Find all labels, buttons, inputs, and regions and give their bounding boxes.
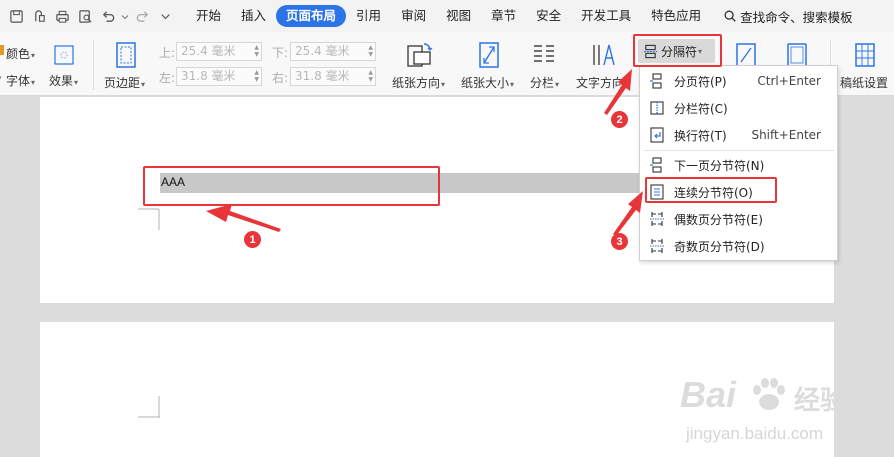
export-icon[interactable]	[29, 6, 49, 26]
odd-page-section-break-icon	[649, 238, 665, 254]
page-break-shortcut: Ctrl+Enter	[757, 74, 821, 88]
baidu-watermark: Bai 经验 jingyan.baidu.com	[670, 368, 870, 453]
annotation-box-continuous	[645, 177, 777, 203]
search-icon	[724, 10, 736, 22]
margin-corner-marker	[138, 396, 160, 418]
page-break-item[interactable]: 分页符(P) Ctrl+Enter	[640, 69, 837, 93]
even-page-section-break-item[interactable]: 偶数页分节符(E)	[640, 207, 837, 231]
next-page-section-break-label: 下一页分节符(N)	[674, 158, 765, 173]
even-page-section-break-icon	[649, 211, 665, 227]
page-orientation-button[interactable]: 纸张方向▾	[392, 74, 445, 91]
margins-icon	[113, 41, 139, 69]
separator	[93, 40, 94, 90]
top-margin-input[interactable]: 25.4 毫米 ▲ ▼	[176, 42, 262, 61]
next-page-section-break-item[interactable]: 下一页分节符(N)	[640, 153, 837, 177]
save-icon[interactable]	[6, 6, 26, 26]
watermark-brand2: 经验	[794, 385, 847, 415]
step-badge-1: 1	[244, 231, 261, 248]
page-break-icon	[649, 73, 665, 89]
odd-page-section-break-label: 奇数页分节符(D)	[674, 239, 765, 254]
line-break-item[interactable]: 换行符(T) Shift+Enter	[640, 123, 837, 147]
separator-dropdown-menu: 分页符(P) Ctrl+Enter 分栏符(C) 换行符(T) Shift+En…	[639, 65, 838, 261]
menu-separator	[644, 150, 834, 151]
right-margin-label: 右:	[272, 71, 289, 85]
quick-access-toolbar	[0, 0, 178, 32]
step-badge-3: 3	[611, 233, 628, 250]
left-margin-input[interactable]: 31.8 毫米 ▲ ▼	[176, 67, 262, 86]
watermark-url: jingyan.baidu.com	[686, 424, 824, 443]
theme-color-button[interactable]: 颜色▾	[6, 45, 35, 62]
line-break-icon	[649, 127, 665, 143]
command-search[interactable]: 查找命令、搜索模板	[723, 7, 853, 26]
redo-icon[interactable]	[132, 6, 152, 26]
annotation-box-text	[143, 166, 440, 206]
effects-icon	[53, 44, 75, 66]
odd-page-section-break-item[interactable]: 奇数页分节符(D)	[640, 234, 837, 258]
bottom-margin-input[interactable]: 25.4 毫米 ▲ ▼	[290, 42, 376, 61]
tab-chapter[interactable]: 章节	[481, 5, 526, 27]
tab-insert[interactable]: 插入	[231, 5, 276, 27]
print-preview-icon[interactable]	[75, 6, 95, 26]
page-orientation-icon	[404, 40, 434, 70]
page-break-label: 分页符(P)	[674, 74, 727, 89]
top-margin-label: 上:	[159, 46, 176, 60]
step-badge-2: 2	[611, 111, 628, 128]
page-size-icon	[476, 41, 502, 69]
margin-corner-marker	[138, 208, 160, 230]
theme-font-button[interactable]: ▾字体▾	[0, 72, 35, 89]
columns-icon	[531, 42, 557, 68]
tab-special[interactable]: 特色应用	[641, 5, 711, 27]
line-break-label: 换行符(T)	[674, 128, 727, 143]
tab-security[interactable]: 安全	[526, 5, 571, 27]
margins-button[interactable]: 页边距▾	[104, 74, 145, 91]
undo-dropdown-icon[interactable]	[121, 6, 129, 26]
theme-color-icon	[0, 44, 5, 56]
left-margin-label: 左:	[159, 71, 176, 85]
column-break-item[interactable]: 分栏符(C)	[640, 96, 837, 120]
paw-icon	[753, 378, 785, 410]
tab-review[interactable]: 审阅	[391, 5, 436, 27]
ribbon-tabs: 开始 插入 页面布局 引用 审阅 视图 章节 安全 开发工具 特色应用	[186, 5, 711, 27]
bottom-margin-label: 下:	[272, 46, 289, 60]
line-break-shortcut: Shift+Enter	[751, 128, 821, 142]
even-page-section-break-label: 偶数页分节符(E)	[674, 212, 763, 227]
draft-settings-icon	[852, 42, 878, 68]
tab-home[interactable]: 开始	[186, 5, 231, 27]
undo-icon[interactable]	[98, 6, 118, 26]
column-break-icon	[649, 100, 665, 116]
columns-button[interactable]: 分栏▾	[530, 74, 559, 91]
print-icon[interactable]	[52, 6, 72, 26]
tab-view[interactable]: 视图	[436, 5, 481, 27]
tab-developer[interactable]: 开发工具	[571, 5, 641, 27]
watermark-brand: Bai	[680, 374, 737, 415]
annotation-box-separator	[633, 34, 722, 67]
tab-page-layout[interactable]: 页面布局	[276, 5, 347, 27]
tab-references[interactable]: 引用	[346, 5, 391, 27]
effects-button[interactable]: 效果▾	[49, 72, 78, 89]
next-page-section-break-icon	[649, 157, 665, 173]
text-direction-icon	[590, 41, 618, 69]
page-size-button[interactable]: 纸张大小▾	[461, 74, 514, 91]
right-margin-input[interactable]: 31.8 毫米 ▲ ▼	[290, 67, 376, 86]
menu-bar: 开始 插入 页面布局 引用 审阅 视图 章节 安全 开发工具 特色应用 查找命令…	[0, 0, 894, 32]
column-break-label: 分栏符(C)	[674, 101, 728, 116]
customize-toolbar-icon[interactable]	[155, 6, 175, 26]
search-label: 查找命令、搜索模板	[740, 9, 853, 25]
draft-settings-button[interactable]: 稿纸设置	[840, 74, 888, 91]
text-direction-button[interactable]: 文字方向	[576, 74, 624, 91]
